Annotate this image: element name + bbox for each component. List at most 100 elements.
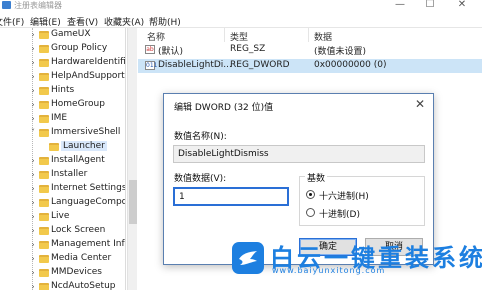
menu-edit[interactable]: 编辑(E) xyxy=(30,15,61,28)
folder-open-icon xyxy=(39,129,49,137)
tree-item-hints[interactable]: › Hints xyxy=(0,84,125,98)
scrollbar-thumb[interactable] xyxy=(129,180,137,224)
folder-icon xyxy=(39,87,49,95)
tree-item-label: NcdAutoSetup xyxy=(51,281,116,290)
value-row-disablelightdismiss[interactable]: 011 DisableLightDi... REG_DWORD 0x000000… xyxy=(138,59,482,73)
tree-item-media-center[interactable]: › Media Center xyxy=(0,252,125,266)
value-name-field[interactable]: DisableLightDismiss xyxy=(173,145,425,163)
tree-item-mmdevices[interactable]: › MMDevices xyxy=(0,266,125,280)
folder-icon xyxy=(39,157,49,165)
expand-icon[interactable]: › xyxy=(29,171,37,179)
radio-checked-icon[interactable] xyxy=(306,190,315,199)
radix-hex-label: 十六进制(H) xyxy=(319,192,369,202)
folder-icon xyxy=(39,185,49,193)
expand-icon[interactable]: › xyxy=(29,241,37,249)
menu-file[interactable]: 文件(F) xyxy=(0,15,24,28)
maximize-button[interactable]: ☐ xyxy=(415,0,445,10)
column-divider[interactable] xyxy=(224,28,225,42)
tree-item-lock-screen[interactable]: › Lock Screen xyxy=(0,224,125,238)
value-name: (默认) xyxy=(158,47,184,57)
expand-icon[interactable]: › xyxy=(29,157,37,165)
watermark: 白云一键重装系统 www.baiyunxitong.com xyxy=(232,240,482,278)
dialog-title: 编辑 DWORD (32 位)值 xyxy=(174,103,274,113)
value-data-label: 数值数据(V): xyxy=(174,174,227,184)
expand-icon[interactable]: › xyxy=(29,213,37,221)
tree-item-label: MMDevices xyxy=(51,267,102,277)
tree-item-ncdautosetup[interactable]: › NcdAutoSetup xyxy=(0,280,125,290)
folder-icon xyxy=(39,73,49,81)
expand-icon[interactable]: › xyxy=(29,185,37,193)
folder-icon xyxy=(39,241,49,249)
expand-icon[interactable]: › xyxy=(29,283,37,290)
radio-unchecked-icon[interactable] xyxy=(306,208,315,217)
expand-icon[interactable]: › xyxy=(29,199,37,207)
expand-icon[interactable]: › xyxy=(29,45,37,53)
column-header-type[interactable]: 类型 xyxy=(230,30,248,43)
base-label: 基数 xyxy=(305,171,328,184)
tree-item-label: Installer xyxy=(51,169,88,179)
tree-item-internet-settings[interactable]: › Internet Settings xyxy=(0,182,126,196)
watermark-logo xyxy=(232,242,264,274)
tree-item-label: Hints xyxy=(51,85,75,95)
window-title: 注册表编辑器 xyxy=(14,1,62,10)
close-button[interactable]: ✕ xyxy=(447,0,477,10)
tree-item-helpandsupport[interactable]: › HelpAndSupport xyxy=(0,70,125,84)
tree-item-label: Live xyxy=(51,211,70,221)
folder-icon xyxy=(39,269,49,277)
tree-scrollbar[interactable] xyxy=(127,28,137,290)
tree-item-languagecomponents[interactable]: › LanguageCompone xyxy=(0,196,125,210)
tree-item-installagent[interactable]: › InstallAgent xyxy=(0,154,125,168)
tree-item-label: IME xyxy=(51,113,68,123)
menu-bar: 文件(F) 编辑(E) 查看(V) 收藏夹(A) 帮助(H) xyxy=(0,12,482,28)
expand-icon[interactable]: › xyxy=(29,255,37,263)
tree-item-label: Management Infra xyxy=(51,239,126,249)
folder-icon xyxy=(39,199,49,207)
string-value-icon: ab xyxy=(145,45,155,54)
value-type: REG_SZ xyxy=(230,44,266,54)
value-row-default[interactable]: ab (默认) REG_SZ (数值未设置) xyxy=(138,43,482,57)
tree-item-group-policy[interactable]: › Group Policy xyxy=(0,42,125,56)
folder-icon xyxy=(39,101,49,109)
dialog-close-icon[interactable]: ✕ xyxy=(415,97,425,111)
tree-item-label: Launcher xyxy=(61,141,107,151)
column-header-data[interactable]: 数据 xyxy=(314,30,332,43)
bird-icon xyxy=(239,251,257,265)
tree-item-launcher[interactable]: Launcher xyxy=(0,140,125,154)
tree-item-label: ImmersiveShell xyxy=(51,127,121,137)
tree-item-gameux[interactable]: › GameUX xyxy=(0,28,125,42)
expand-icon[interactable]: › xyxy=(29,269,37,277)
expand-icon[interactable]: › xyxy=(29,101,37,109)
tree-item-label: Group Policy xyxy=(51,43,108,53)
tree-item-live[interactable]: › Live xyxy=(0,210,125,224)
expand-icon[interactable]: › xyxy=(29,87,37,95)
regedit-icon xyxy=(2,1,11,9)
tree-item-immersiveshell[interactable]: ˅ ImmersiveShell xyxy=(0,126,125,140)
menu-view[interactable]: 查看(V) xyxy=(67,15,98,28)
tree-item-label: Internet Settings xyxy=(51,183,126,193)
tree-item-installer[interactable]: › Installer xyxy=(0,168,125,182)
tree-item-ime[interactable]: › IME xyxy=(0,112,125,126)
minimize-button[interactable]: — xyxy=(385,0,415,10)
expand-icon[interactable]: › xyxy=(29,31,37,39)
value-data-field[interactable]: 1 xyxy=(173,187,289,206)
tree-item-hardwareidentification[interactable]: › HardwareIdentifica xyxy=(0,56,125,70)
expand-icon[interactable]: › xyxy=(29,227,37,235)
folder-icon xyxy=(39,283,49,290)
expand-icon[interactable]: › xyxy=(29,115,37,123)
expand-icon[interactable]: › xyxy=(29,59,37,67)
binary-value-icon: 011 xyxy=(145,61,158,70)
folder-icon xyxy=(39,31,49,39)
value-type: REG_DWORD xyxy=(230,60,290,70)
column-divider[interactable] xyxy=(308,28,309,42)
folder-icon xyxy=(39,227,49,235)
collapse-icon[interactable]: ˅ xyxy=(29,129,37,137)
folder-icon xyxy=(39,171,49,179)
column-header-name[interactable]: 名称 xyxy=(147,30,165,43)
tree-item-label: HelpAndSupport xyxy=(51,71,125,81)
menu-favorites[interactable]: 收藏夹(A) xyxy=(104,15,144,28)
registry-tree[interactable]: › GameUX › Group Policy › HardwareIdenti… xyxy=(0,28,126,290)
tree-item-homegroup[interactable]: › HomeGroup xyxy=(0,98,125,112)
expand-icon[interactable]: › xyxy=(29,73,37,81)
menu-help[interactable]: 帮助(H) xyxy=(149,15,181,28)
tree-item-management-infrastructure[interactable]: › Management Infra xyxy=(0,238,126,252)
